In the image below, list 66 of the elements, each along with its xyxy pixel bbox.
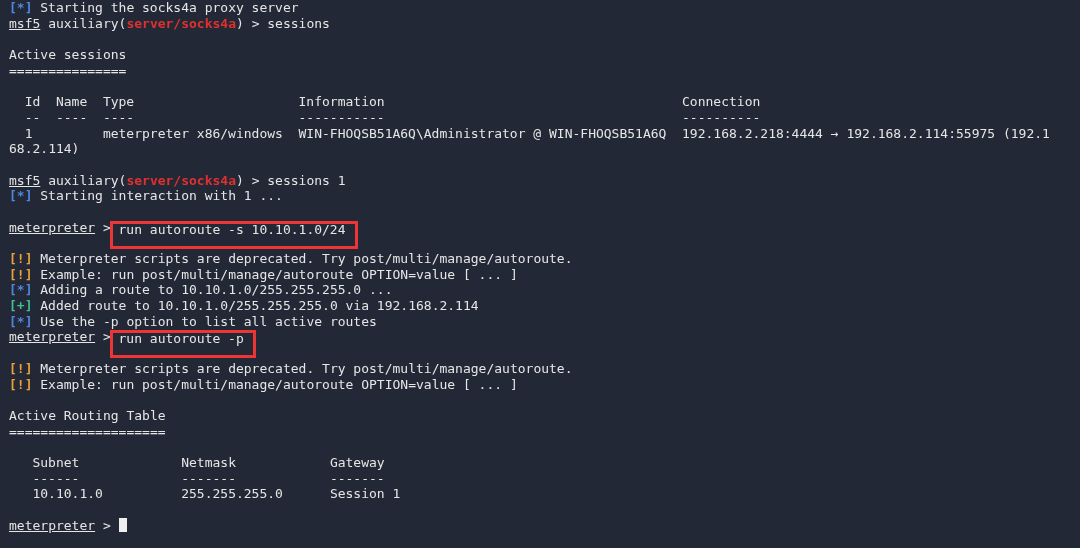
status-message: Example: run post/multi/manage/autoroute OPTION=value [ ... ]: [40, 266, 518, 282]
status-message: Adding a route to 10.10.1.0/255.255.255.0 ...: [40, 282, 393, 298]
highlighted-command: run autoroute -p: [109, 330, 256, 359]
table-cell: 255.255.255.0: [181, 486, 283, 502]
status-message: Added route to 10.10.1.0/255.255.255.0 via 192.168.2.114: [40, 298, 479, 314]
prompt-name: meterpreter: [9, 219, 96, 235]
output-text: Active sessions: [9, 47, 127, 63]
output-text: ===============: [9, 62, 127, 78]
heading-rule: ----: [55, 109, 89, 126]
prompt-symbol: >: [102, 219, 111, 235]
table-cell: Session 1: [329, 486, 401, 502]
status-message: Starting the socks4a proxy server: [40, 0, 299, 15]
status-marker: [!]: [9, 360, 33, 376]
module-suffix: ): [236, 172, 244, 188]
status-marker: [!]: [9, 376, 33, 392]
output-text: 68.2.114): [9, 141, 80, 157]
column-heading: Subnet: [32, 454, 81, 471]
prompt-symbol: >: [102, 329, 111, 345]
module-name: server/socks4a: [126, 15, 236, 31]
status-marker: [*]: [9, 313, 33, 329]
status-marker: [+]: [9, 298, 33, 314]
prompt-symbol: >: [251, 172, 260, 188]
status-message: Meterpreter scripts are deprecated. Try post/multi/manage/autoroute.: [40, 251, 573, 266]
heading-rule: ----: [102, 109, 136, 126]
highlighted-command: run autoroute -s 10.10.1.0/24: [109, 220, 358, 249]
heading-rule: ------: [32, 470, 81, 487]
heading-rule: --: [24, 109, 42, 126]
module-name: server/socks4a: [126, 172, 236, 188]
heading-rule: -------: [329, 470, 386, 487]
status-marker: [*]: [9, 188, 33, 204]
status-marker: [*]: [9, 282, 33, 298]
command-text: sessions 1: [267, 172, 346, 188]
status-message: Meterpreter scripts are deprecated. Try post/multi/manage/autoroute.: [40, 360, 573, 376]
table-cell: WIN-FHOQSB51A6Q\Administrator @ WIN-FHOQSB51A6Q: [298, 125, 667, 141]
prompt-symbol: >: [251, 15, 260, 31]
column-heading: Connection: [682, 94, 762, 110]
status-message: Starting interaction with 1 ...: [40, 188, 283, 204]
command-text: sessions: [267, 15, 330, 31]
status-marker: [*]: [9, 0, 33, 15]
heading-rule: ----------: [682, 109, 762, 126]
table-cell: meterpreter x86/windows: [102, 125, 283, 141]
output-text: ====================: [9, 423, 166, 439]
table-cell: 10.10.1.0: [32, 486, 103, 502]
status-marker: [!]: [9, 266, 33, 282]
column-heading: Id: [24, 94, 42, 110]
column-heading: Information: [298, 94, 386, 110]
status-marker: [!]: [9, 251, 33, 266]
module-prefix: auxiliary(: [48, 172, 127, 188]
table-cell: 192.168.2.218:4444 → 192.168.2.114:55975 (192.1: [682, 125, 1050, 141]
column-heading: Type: [102, 94, 136, 110]
prompt-name: msf5: [9, 15, 41, 31]
output-text: Active Routing Table: [9, 407, 166, 423]
table-cell: 1: [24, 125, 33, 141]
prompt-name: msf5: [9, 172, 41, 188]
prompt-symbol: >: [102, 517, 111, 533]
module-suffix: ): [236, 15, 244, 31]
prompt-name: meterpreter: [9, 517, 96, 533]
heading-rule: -----------: [298, 109, 386, 126]
module-prefix: auxiliary(: [48, 15, 127, 31]
column-heading: Netmask: [181, 454, 237, 471]
prompt-name: meterpreter: [9, 329, 96, 345]
status-message: Example: run post/multi/manage/autoroute OPTION=value [ ... ]: [40, 376, 518, 392]
column-heading: Name: [55, 94, 89, 110]
status-message: Use the -p option to list all active routes: [40, 313, 377, 329]
column-heading: Gateway: [329, 454, 386, 471]
heading-rule: -------: [181, 470, 237, 487]
